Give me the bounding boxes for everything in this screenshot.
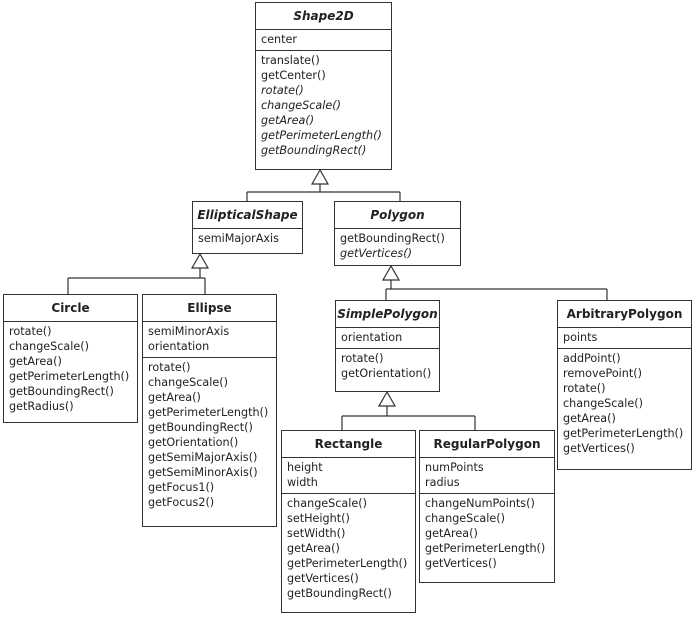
method: getOrientation() — [341, 367, 432, 380]
class-shape2d: Shape2D center translate() getCenter() rotat… — [255, 2, 392, 170]
class-name: Rectangle — [282, 431, 415, 458]
method: changeScale() — [148, 376, 229, 389]
methods-section: translate() getCenter() rotate() changeScal… — [256, 50, 391, 161]
method: getArea() — [9, 355, 62, 368]
attribute: semiMajorAxis — [198, 232, 279, 245]
uml-class-diagram: Shape2D center translate() getCenter() rotat… — [0, 0, 696, 617]
method: getOrientation() — [148, 436, 239, 449]
attributes-section: center — [256, 30, 391, 50]
method: changeScale() — [9, 340, 90, 353]
attributes-section: semiMajorAxis — [193, 229, 302, 249]
method: getCenter() — [261, 69, 326, 82]
methods-section: changeNumPoints() changeScale() getArea() g… — [420, 493, 554, 574]
method: addPoint() — [563, 352, 621, 365]
method: translate() — [261, 54, 320, 67]
class-ellipse: Ellipse semiMinorAxis orientation rotate() c… — [142, 294, 277, 527]
methods-section: rotate() changeScale() getArea() getPerimet… — [143, 357, 276, 513]
method: removePoint() — [563, 367, 642, 380]
class-regularpolygon: RegularPolygon numPoints radius changeNumPo… — [419, 430, 555, 583]
class-simplepolygon: SimplePolygon orientation rotate() getOrien… — [335, 300, 440, 392]
methods-section: changeScale() setHeight() setWidth() getAre… — [282, 493, 415, 604]
method: getVertices() — [340, 247, 412, 260]
method: getBoundingRect() — [9, 385, 114, 398]
method: changeNumPoints() — [425, 497, 535, 510]
attributes-section: points — [558, 328, 691, 348]
attributes-section: semiMinorAxis orientation — [143, 322, 276, 357]
attributes-section: numPoints radius — [420, 458, 554, 493]
generalization-arrow-icon — [310, 168, 330, 185]
method: getPerimeterLength() — [563, 427, 684, 440]
attribute: width — [287, 476, 318, 489]
method: getPerimeterLength() — [148, 406, 269, 419]
method: getFocus1() — [148, 481, 215, 494]
attributes-section: orientation — [336, 328, 439, 348]
method: getArea() — [287, 542, 340, 555]
method: rotate() — [563, 382, 606, 395]
methods-section: rotate() getOrientation() — [336, 348, 439, 384]
attribute: orientation — [148, 340, 210, 353]
method: getSemiMinorAxis() — [148, 466, 258, 479]
method: getBoundingRect() — [148, 421, 253, 434]
method: changeScale() — [425, 512, 506, 525]
methods-section: rotate() changeScale() getArea() getPerimet… — [4, 322, 137, 417]
method: rotate() — [148, 361, 191, 374]
class-arbitrarypolygon: ArbitraryPolygon points addPoint() removePo… — [557, 300, 692, 470]
attribute: numPoints — [425, 461, 484, 474]
method: getPerimeterLength() — [9, 370, 130, 383]
method: getVertices() — [287, 572, 359, 585]
method: getVertices() — [425, 557, 497, 570]
class-name: ArbitraryPolygon — [558, 301, 691, 328]
methods-section: getBoundingRect() getVertices() — [335, 229, 460, 264]
method: getFocus2() — [148, 496, 215, 509]
method: setHeight() — [287, 512, 350, 525]
method: getVertices() — [563, 442, 635, 455]
method: getPerimeterLength() — [261, 129, 382, 142]
method: rotate() — [9, 325, 52, 338]
class-name: SimplePolygon — [336, 301, 439, 328]
method: getPerimeterLength() — [425, 542, 546, 555]
method: getPerimeterLength() — [287, 557, 408, 570]
class-circle: Circle rotate() changeScale() getArea() getP… — [3, 294, 138, 423]
class-rectangle: Rectangle height width changeScale() setHeig… — [281, 430, 416, 613]
method: rotate() — [341, 352, 384, 365]
attributes-section: height width — [282, 458, 415, 493]
method: getArea() — [261, 114, 315, 127]
attribute: orientation — [341, 331, 403, 344]
generalization-arrow-icon — [190, 252, 210, 269]
method: setWidth() — [287, 527, 346, 540]
method: changeScale() — [563, 397, 644, 410]
attribute: height — [287, 461, 323, 474]
class-name: Ellipse — [143, 295, 276, 322]
method: getBoundingRect() — [287, 587, 392, 600]
attribute: center — [261, 33, 297, 46]
attribute: points — [563, 331, 598, 344]
generalization-arrow-icon — [381, 264, 401, 281]
generalization-arrow-icon — [377, 390, 397, 407]
class-name: Shape2D — [256, 3, 391, 30]
attribute: semiMinorAxis — [148, 325, 230, 338]
method: changeScale() — [287, 497, 368, 510]
class-name: Circle — [4, 295, 137, 322]
method: getArea() — [563, 412, 616, 425]
class-name: RegularPolygon — [420, 431, 554, 458]
method: getBoundingRect() — [261, 144, 367, 157]
class-name: Polygon — [335, 202, 460, 229]
method: getBoundingRect() — [340, 232, 445, 245]
class-polygon: Polygon getBoundingRect() getVertices() — [334, 201, 461, 266]
method: getRadius() — [9, 400, 74, 413]
method: changeScale() — [261, 99, 342, 112]
attribute: radius — [425, 476, 460, 489]
class-name: EllipticalShape — [193, 202, 302, 229]
method: rotate() — [261, 84, 304, 97]
method: getSemiMajorAxis() — [148, 451, 258, 464]
method: getArea() — [148, 391, 201, 404]
class-ellipticalshape: EllipticalShape semiMajorAxis — [192, 201, 303, 254]
methods-section: addPoint() removePoint() rotate() changeSca… — [558, 348, 691, 459]
method: getArea() — [425, 527, 478, 540]
